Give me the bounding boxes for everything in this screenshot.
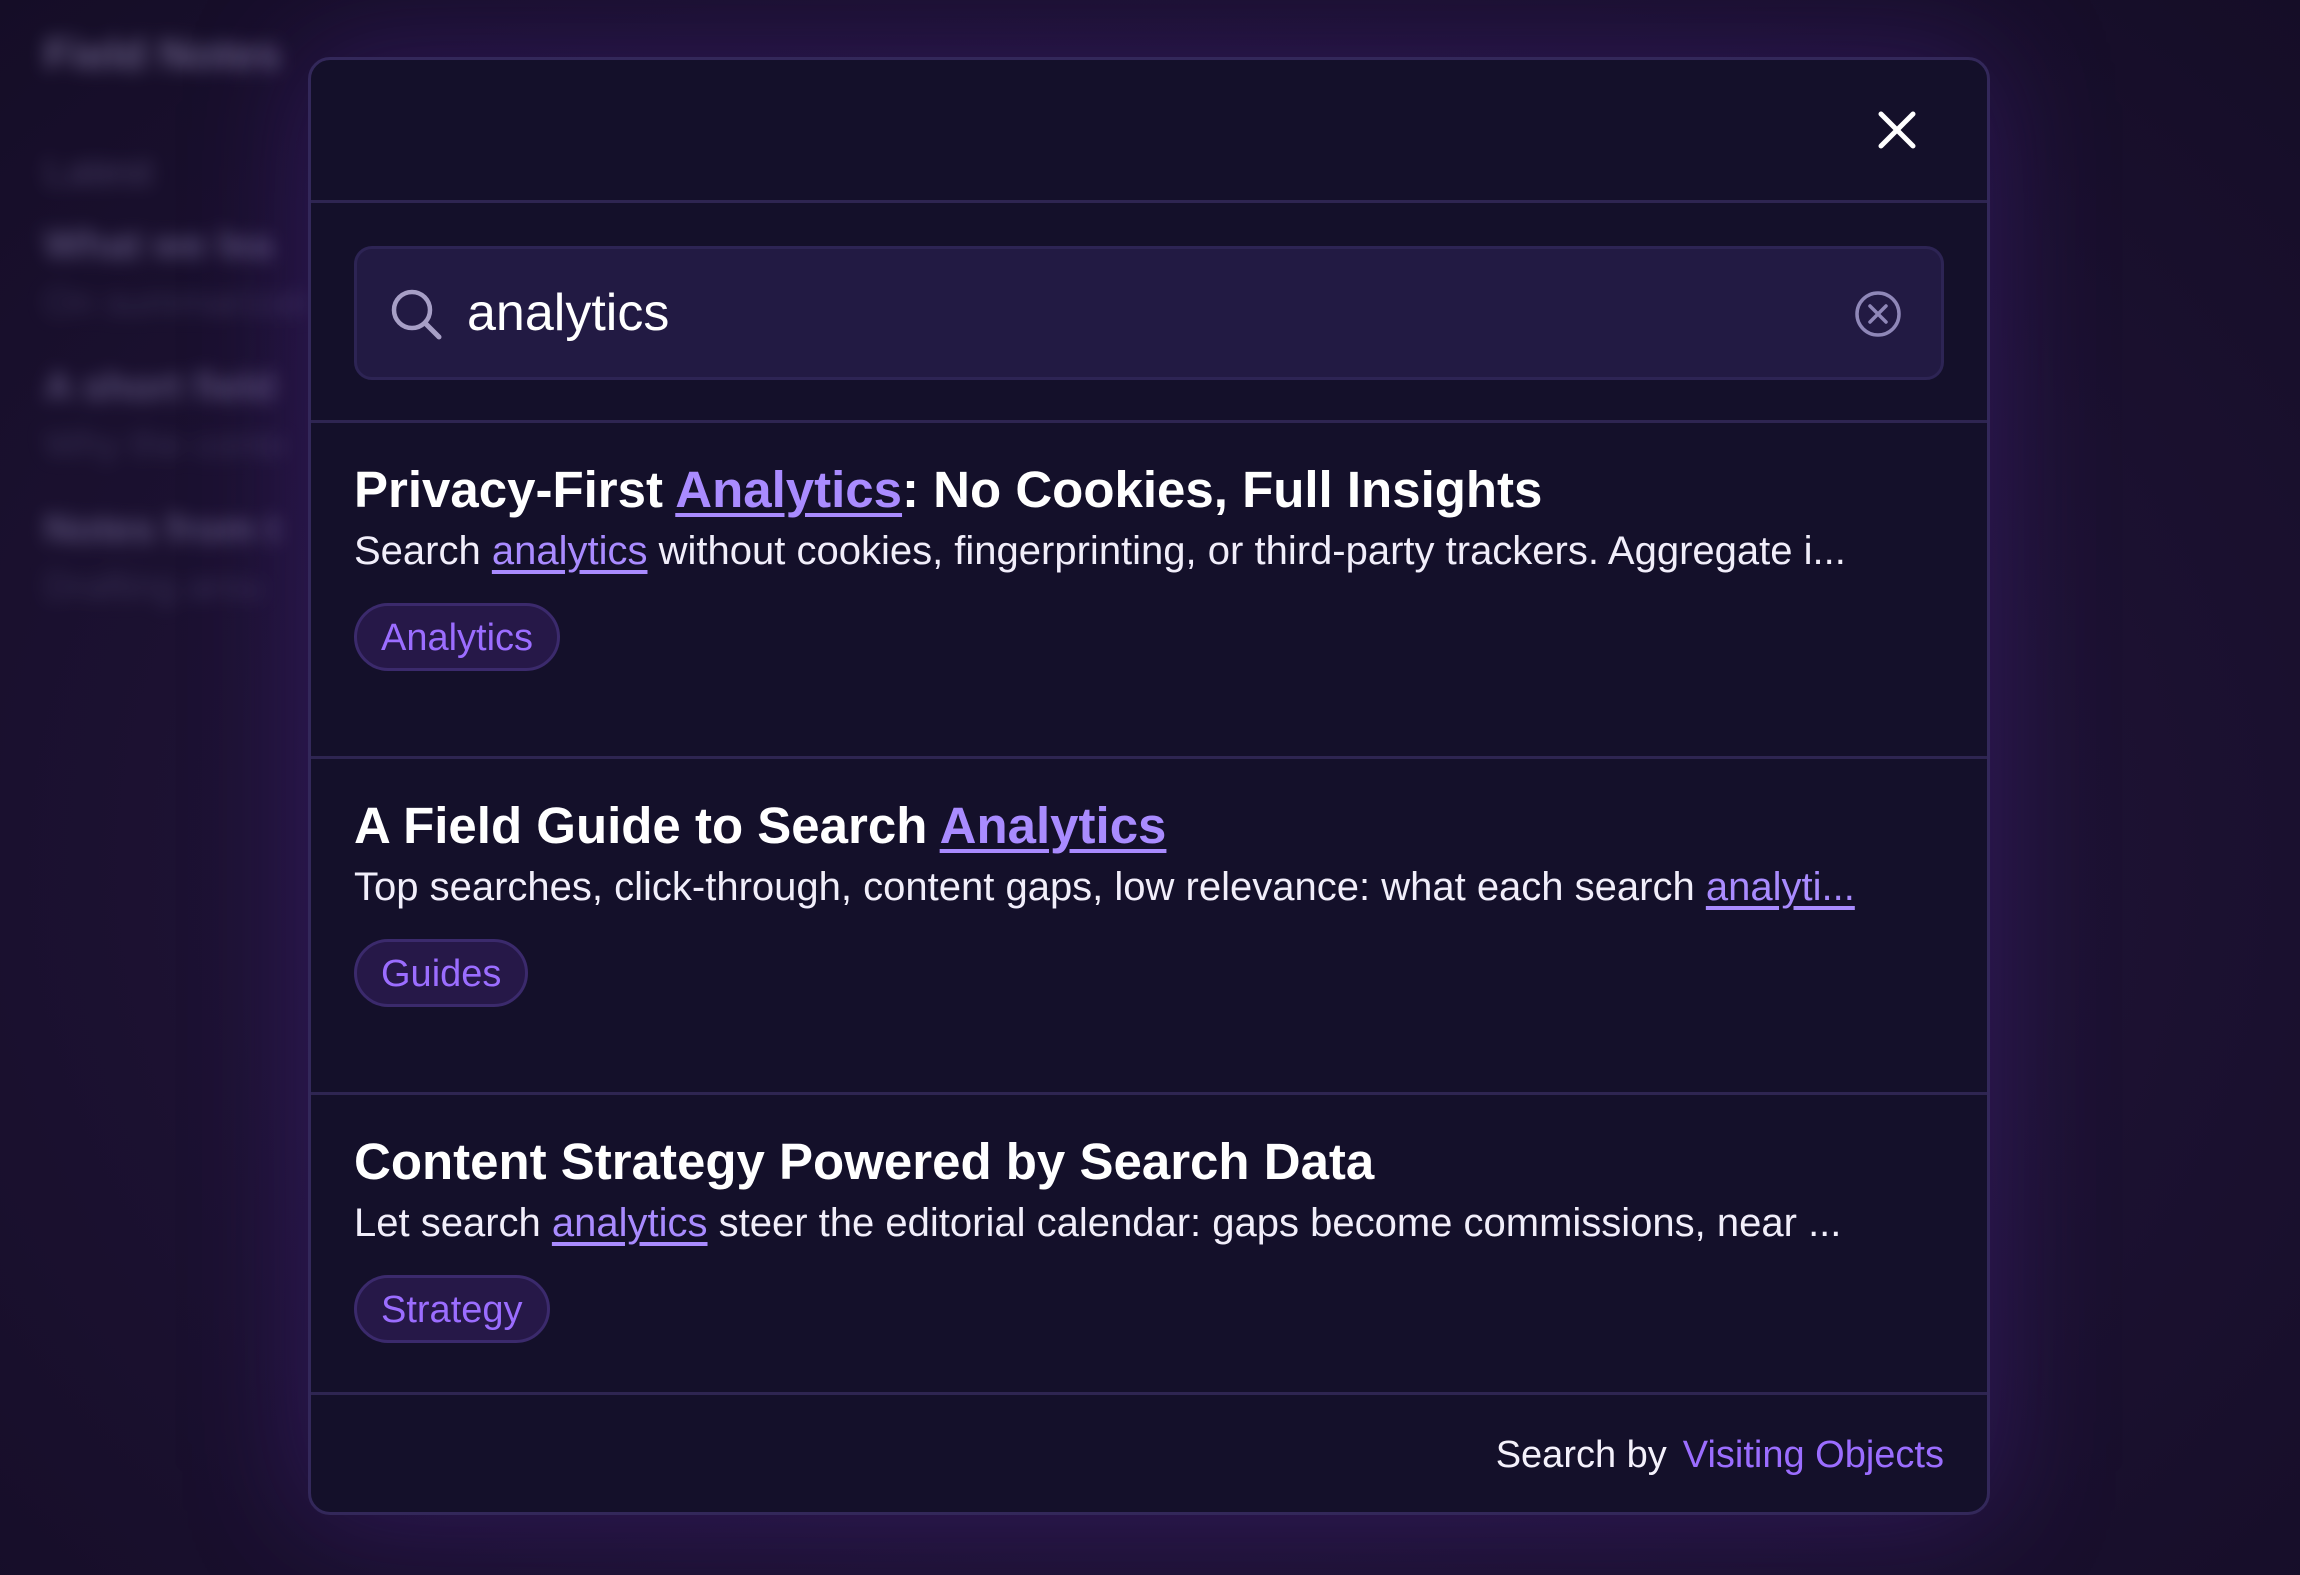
close-button[interactable]: [1869, 102, 1925, 158]
modal-header: [311, 60, 1987, 203]
result-title-text: A Field Guide to Search: [354, 797, 940, 854]
result-snippet-text: steer the editorial calendar: gaps becom…: [707, 1201, 1842, 1245]
search-box[interactable]: [354, 246, 1944, 380]
result-snippet-match: analyti...: [1705, 865, 1855, 909]
search-result[interactable]: Content Strategy Powered by Search Data …: [311, 1095, 1987, 1395]
close-icon: [1878, 111, 1916, 149]
modal-footer: Search by Visiting Objects: [311, 1395, 1987, 1512]
result-title: A Field Guide to Search Analytics: [354, 795, 1944, 857]
result-snippet-match: analytics: [491, 529, 648, 573]
search-icon: [391, 289, 442, 340]
search-zone: [311, 203, 1987, 423]
result-snippet-match: analytics: [551, 1201, 708, 1245]
result-snippet-text: Let search: [354, 1201, 552, 1245]
result-snippet-text: Top searches, click-through, content gap…: [354, 865, 1706, 909]
result-title-text: Privacy-First: [354, 461, 676, 518]
result-tag[interactable]: Analytics: [354, 603, 561, 671]
result-tag[interactable]: Guides: [354, 939, 529, 1007]
result-title: Privacy-First Analytics: No Cookies, Ful…: [354, 459, 1944, 521]
footer-prefix: Search by: [1495, 1433, 1667, 1476]
search-result[interactable]: Privacy-First Analytics: No Cookies, Ful…: [311, 423, 1987, 759]
result-snippet-text: without cookies, fingerprinting, or thir…: [647, 529, 1846, 573]
result-title-match: Analytics: [675, 461, 903, 518]
result-snippet-text: Search: [354, 529, 492, 573]
result-tag[interactable]: Strategy: [354, 1275, 550, 1343]
result-snippet: Top searches, click-through, content gap…: [354, 859, 1950, 915]
result-title: Content Strategy Powered by Search Data: [354, 1131, 1944, 1193]
clear-search-icon[interactable]: [1853, 289, 1903, 339]
result-title-text: Content Strategy Powered by Search Data: [354, 1133, 1375, 1190]
result-title-match: Analytics: [939, 797, 1167, 854]
search-input[interactable]: [467, 267, 1767, 359]
result-title-text: : No Cookies, Full Insights: [902, 461, 1543, 518]
footer-brand-link[interactable]: Visiting Objects: [1683, 1434, 1944, 1477]
search-modal: Privacy-First Analytics: No Cookies, Ful…: [308, 57, 1990, 1515]
search-result[interactable]: A Field Guide to Search Analytics Top se…: [311, 759, 1987, 1095]
result-snippet: Let search analytics steer the editorial…: [354, 1195, 1950, 1251]
result-snippet: Search analytics without cookies, finger…: [354, 523, 1950, 579]
